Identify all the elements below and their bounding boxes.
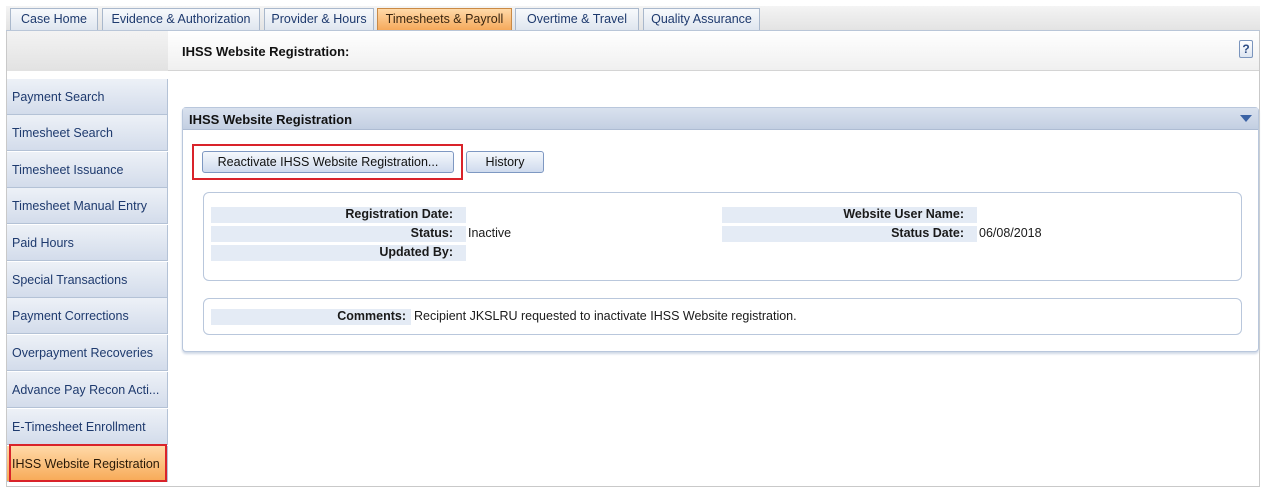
comments-box: Comments: Recipient JKSLRU requested to … [203, 298, 1242, 335]
status-date-label: Status Date: [891, 226, 964, 240]
panel-header[interactable]: IHSS Website Registration [183, 108, 1258, 130]
collapse-toggle-icon[interactable] [1240, 115, 1252, 122]
sidebar-item-timesheet-search[interactable]: Timesheet Search [7, 115, 168, 151]
details-box: Registration Date: Status: Inactive Upda… [203, 192, 1242, 281]
sidebar-item-advance-pay-recon[interactable]: Advance Pay Recon Acti... [7, 372, 168, 408]
tab-evidence-authorization[interactable]: Evidence & Authorization [102, 8, 260, 30]
sidebar-item-paid-hours[interactable]: Paid Hours [7, 225, 168, 261]
sidebar-item-payment-corrections[interactable]: Payment Corrections [7, 298, 168, 334]
sidebar-highlight-outline [9, 444, 167, 482]
page-title: IHSS Website Registration: [182, 44, 350, 59]
status-label: Status: [410, 226, 453, 240]
panel-title: IHSS Website Registration [189, 112, 353, 127]
history-button[interactable]: History [466, 151, 544, 173]
page-header: IHSS Website Registration: ? [168, 31, 1259, 71]
status-date-value: 06/08/2018 [979, 226, 1042, 240]
status-value: Inactive [468, 226, 512, 240]
tab-overtime-travel[interactable]: Overtime & Travel [515, 8, 639, 30]
sidebar-item-e-timesheet-enrollment[interactable]: E-Timesheet Enrollment [7, 409, 168, 445]
sidebar-item-payment-search[interactable]: Payment Search [7, 79, 168, 115]
registration-panel: IHSS Website Registration Reactivate IHS… [182, 107, 1259, 352]
tab-case-home[interactable]: Case Home [10, 8, 98, 30]
help-button[interactable]: ? [1239, 40, 1253, 58]
sidebar-item-special-transactions[interactable]: Special Transactions [7, 262, 168, 298]
comments-label: Comments: [337, 309, 406, 323]
updated-by-label: Updated By: [379, 245, 453, 259]
sidebar-header [7, 31, 169, 71]
tab-timesheets-payroll[interactable]: Timesheets & Payroll [377, 8, 512, 30]
reactivate-highlight-outline [192, 144, 463, 180]
sidebar-item-timesheet-issuance[interactable]: Timesheet Issuance [7, 152, 168, 188]
website-user-name-label: Website User Name: [843, 207, 964, 221]
tab-quality-assurance[interactable]: Quality Assurance [643, 8, 760, 30]
tab-provider-hours[interactable]: Provider & Hours [264, 8, 374, 30]
registration-date-label: Registration Date: [345, 207, 453, 221]
top-tab-bar: Case Home Evidence & Authorization Provi… [6, 6, 1260, 31]
sidebar-item-timesheet-manual-entry[interactable]: Timesheet Manual Entry [7, 188, 168, 224]
sidebar-item-overpayment-recoveries[interactable]: Overpayment Recoveries [7, 335, 168, 371]
comments-value: Recipient JKSLRU requested to inactivate… [414, 309, 797, 323]
